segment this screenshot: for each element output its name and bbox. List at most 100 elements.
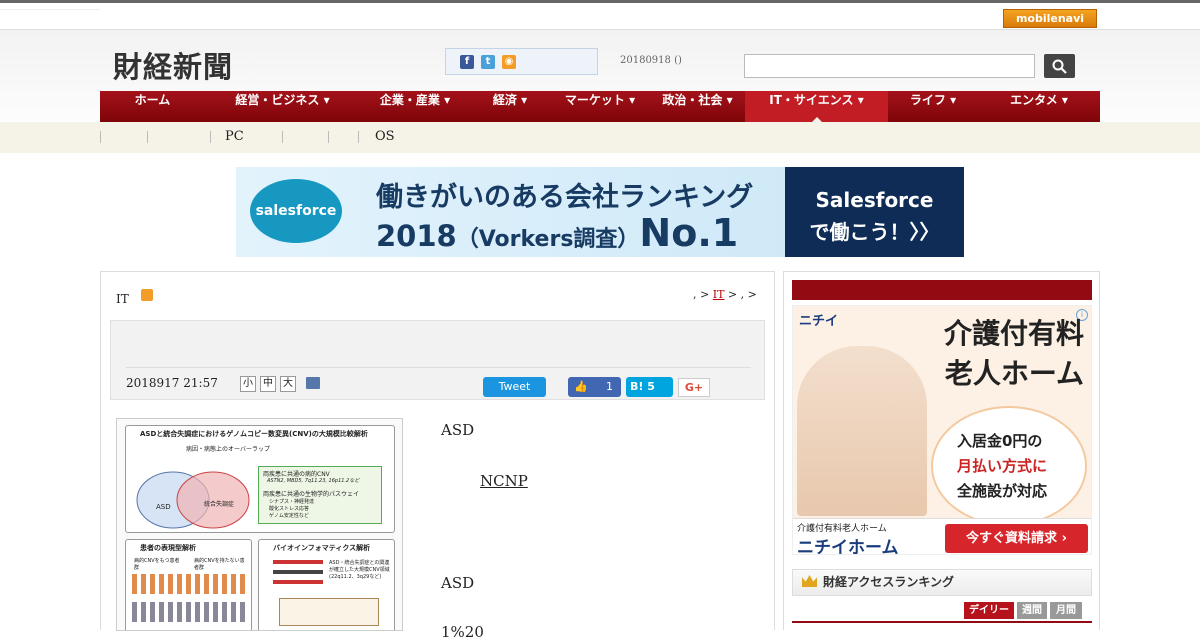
category-label: IT <box>116 292 129 306</box>
nav-market[interactable]: マーケット ▾ <box>550 91 650 122</box>
font-large-button[interactable]: 大 <box>280 376 296 392</box>
phenotype-group-b: 病的CNVを持たない患者群 <box>194 558 245 571</box>
venn-diagram <box>136 471 250 529</box>
banner-cta[interactable]: Salesforce で働こう！〉〉 <box>785 167 964 257</box>
banner-cta-brand: Salesforce <box>815 188 934 212</box>
sub-nav-divider <box>358 131 359 143</box>
sub-nav-divider <box>210 131 211 143</box>
article-panel: IT , > IT > , > 2018917 21:57 小 中 大 Twee… <box>100 271 775 641</box>
finding-pathway: 両疾患に共通の生物学的パスウェイ <box>263 491 360 498</box>
ranking-header: 財経アクセスランキング <box>792 569 1092 596</box>
ad-headline-line2: 老人ホーム <box>944 357 1084 390</box>
nav-home[interactable]: ホーム <box>100 91 205 122</box>
breadcrumb-suffix: > , > <box>727 288 757 301</box>
tweet-button[interactable]: Tweet <box>483 377 546 397</box>
social-links: f t ◉ <box>445 48 598 75</box>
twitter-icon[interactable]: t <box>481 55 495 69</box>
banner-cta-text: で働こう！〉〉 <box>809 220 940 244</box>
rss-icon[interactable]: ◉ <box>502 55 516 69</box>
breadcrumb: , > IT > , > <box>693 288 757 301</box>
header-divider <box>126 367 751 368</box>
venn-asd-label: ASD <box>156 503 171 511</box>
banner-year: 2018 <box>376 219 457 253</box>
sub-nav-divider <box>147 131 148 143</box>
nav-economy[interactable]: 経済 ▾ <box>470 91 550 122</box>
banner-survey: （Vorkers調査） <box>456 227 640 252</box>
finding-cnv-genes: ASTN2, MBD5, 7q11.23, 16p11.2など <box>267 478 360 484</box>
ad-footer: 介護付有料老人ホーム ニチイホーム 今すぐ資料請求 › <box>793 518 1091 554</box>
chromosome-band <box>273 570 323 574</box>
print-icon[interactable] <box>306 377 320 389</box>
site-logo[interactable]: 財経新聞 <box>113 44 233 86</box>
nichii-ad[interactable]: i ニチイ 介護付有料 老人ホーム 入居金0円の 月払い方式に 全施設が対応 介… <box>792 305 1092 555</box>
search-input[interactable] <box>744 54 1035 78</box>
google-plus-button[interactable]: G+ <box>678 378 710 397</box>
nav-it-science[interactable]: IT・サイエンス ▾ <box>745 91 888 122</box>
pathway-diagram-box <box>279 598 379 626</box>
banner-rank: No.1 <box>639 211 739 255</box>
ad-headline: 介護付有料 老人ホーム <box>921 314 1084 394</box>
phenotype-group-a: 病的CNVをもつ患者群 <box>134 558 180 571</box>
breadcrumb-link-it[interactable]: IT <box>713 288 725 301</box>
crown-icon <box>802 575 817 587</box>
article-header-box: 2018917 21:57 小 中 大 Tweet 👍 1 B! 5 G+ <box>110 320 765 400</box>
figure-bioinformatics-panel: バイオインフォマティクス解析 ASD・統合失調症との関連が確立した大規模CNV領… <box>258 539 395 630</box>
figure-top-panel: ASDと統合失調症におけるゲノムコピー数変異(CNV)の大規模比較解析 病因・病… <box>125 425 395 533</box>
thumbs-up-icon: 👍 <box>574 380 588 393</box>
facebook-icon[interactable]: f <box>460 55 474 69</box>
ad-offer-circle: 入居金0円の 月払い方式に 全施設が対応 <box>931 406 1087 526</box>
font-small-button[interactable]: 小 <box>240 376 256 392</box>
sidebar-header-bar <box>792 280 1092 300</box>
sub-nav-pc[interactable]: PC <box>225 129 244 144</box>
sub-nav-divider <box>328 131 329 143</box>
pathway-item: シナプス・神経発達 <box>269 499 315 505</box>
pathway-item: ゲノム安定性など <box>269 513 309 519</box>
like-count: 1 <box>606 380 613 393</box>
article-date: 2018917 21:57 <box>126 376 218 390</box>
pathway-item: 酸化ストレス応答 <box>269 506 310 512</box>
bioinformatics-note: ASD・統合失調症との関連が確立した大規模CNV領域 (22q11.2、3q29… <box>329 560 390 580</box>
hatena-bookmark-button[interactable]: B! 5 <box>626 377 673 397</box>
mobilenavi-link[interactable]: mobilenavi <box>1003 9 1097 28</box>
chromosome-band <box>273 580 323 584</box>
banner-headline: 働きがいのある会社ランキング <box>376 182 754 213</box>
patient-figures-illustration <box>132 574 247 629</box>
ad-offer-line1: 入居金0円の <box>957 432 1043 450</box>
salesforce-logo: salesforce <box>250 179 342 243</box>
ranking-tab-daily[interactable]: デイリー <box>964 602 1014 619</box>
sub-nav: PC OS <box>0 122 1200 153</box>
article-paragraph: ASD <box>441 574 475 592</box>
sub-nav-os[interactable]: OS <box>375 129 395 144</box>
ncnp-link[interactable]: NCNP <box>480 472 528 490</box>
nav-entertainment[interactable]: エンタメ ▾ <box>978 91 1100 122</box>
ranking-title: 財経アクセスランキング <box>823 575 955 589</box>
search-icon <box>1052 59 1067 74</box>
category-rss-icon[interactable] <box>141 289 153 301</box>
nav-politics[interactable]: 政治・社会 ▾ <box>650 91 745 122</box>
ad-offer-line2: 月払い方式に <box>957 457 1048 475</box>
search-button[interactable] <box>1044 54 1075 78</box>
venn-scz-label: 統合失調症 <box>204 501 235 508</box>
ranking-divider <box>792 621 1092 623</box>
nav-life[interactable]: ライフ ▾ <box>888 91 978 122</box>
font-medium-button[interactable]: 中 <box>260 376 276 392</box>
figure-title: ASDと統合失調症におけるゲノムコピー数変異(CNV)の大規模比較解析 <box>140 430 368 438</box>
facebook-like-button[interactable]: 👍 1 <box>568 377 621 397</box>
ranking-tab-monthly[interactable]: 月間 <box>1050 602 1082 619</box>
figure-phenotype-panel: 患者の表現型解析 病的CNVをもつ患者群 病的CNVを持たない患者群 <box>125 539 252 630</box>
sub-nav-divider <box>100 131 101 143</box>
article-paragraph: 1%20 <box>441 623 484 641</box>
nav-business[interactable]: 経営・ビジネス ▾ <box>205 91 360 122</box>
article-figure[interactable]: ASDと統合失調症におけるゲノムコピー数変異(CNV)の大規模比較解析 病因・病… <box>116 418 403 631</box>
ranking-tab-weekly[interactable]: 週間 <box>1017 602 1047 619</box>
request-brochure-button[interactable]: 今すぐ資料請求 › <box>945 524 1088 553</box>
nav-industry[interactable]: 企業・産業 ▾ <box>360 91 470 122</box>
top-bar: mobilenavi <box>0 0 1200 30</box>
ad-headline-line1: 介護付有料 <box>943 317 1084 350</box>
bioinformatics-title: バイオインフォマティクス解析 <box>273 544 371 552</box>
salesforce-banner-ad[interactable]: salesforce 働きがいのある会社ランキング 2018（Vorkers調査… <box>236 167 964 257</box>
ad-offer-line3: 全施設が対応 <box>957 482 1048 500</box>
sidebar: i ニチイ 介護付有料 老人ホーム 入居金0円の 月払い方式に 全施設が対応 介… <box>783 271 1100 630</box>
ad-logo: ニチイ <box>799 314 839 329</box>
article-paragraph: ASD <box>441 421 475 439</box>
